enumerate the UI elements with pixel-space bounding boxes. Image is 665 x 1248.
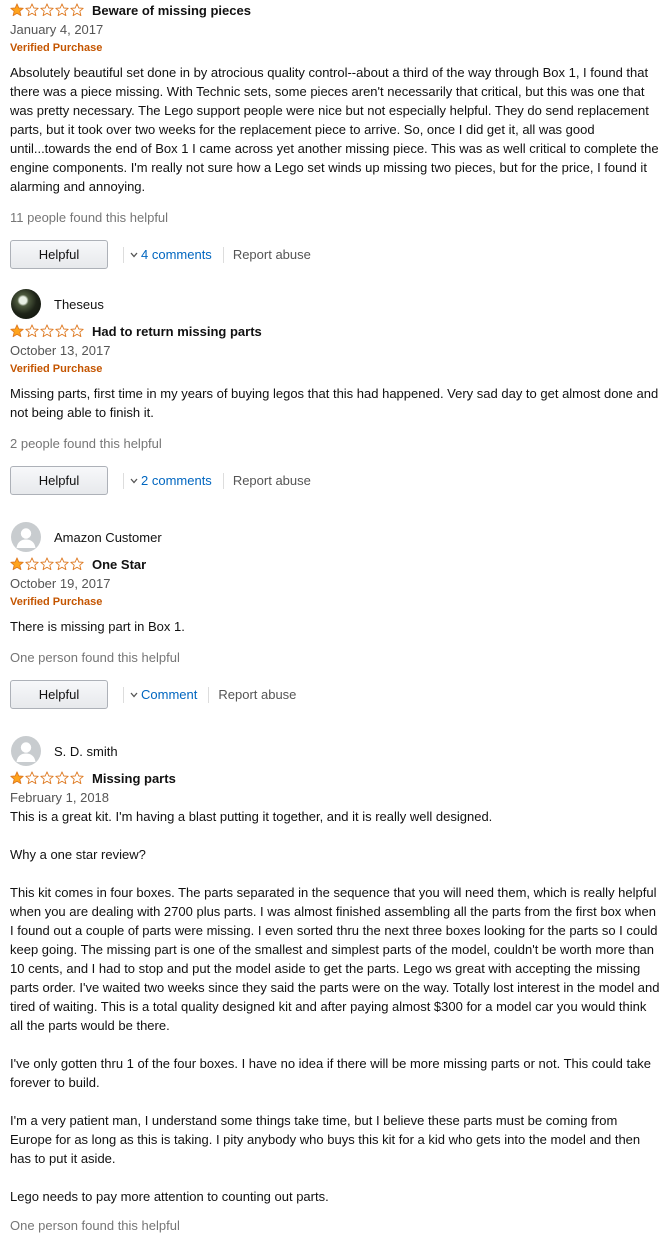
comments-label[interactable]: 4 comments bbox=[141, 247, 212, 262]
verified-purchase-badge: Verified Purchase bbox=[10, 363, 103, 375]
default-avatar-icon bbox=[16, 528, 36, 548]
review-paragraph: Absolutely beautiful set done in by atro… bbox=[10, 65, 659, 194]
star-filled-icon bbox=[10, 324, 24, 338]
review-date: October 13, 2017 bbox=[10, 343, 111, 358]
review-3: Amazon Customer One Star October 19, 201… bbox=[10, 520, 660, 710]
helpful-button[interactable]: Helpful bbox=[10, 680, 108, 709]
review-title[interactable]: Had to return missing parts bbox=[92, 324, 262, 339]
review-body: Missing parts, first time in my years of… bbox=[10, 384, 660, 422]
report-abuse-link[interactable]: Report abuse bbox=[233, 247, 311, 262]
reviewer-name[interactable]: Theseus bbox=[54, 297, 104, 312]
chevron-down-icon bbox=[130, 252, 138, 257]
reviewer-name[interactable]: S. D. smith bbox=[54, 744, 118, 759]
comments-link[interactable]: 2 comments bbox=[130, 473, 212, 488]
chevron-down-icon bbox=[130, 478, 138, 483]
chevron-down-icon bbox=[130, 692, 138, 697]
reviewer-name[interactable]: Amazon Customer bbox=[54, 530, 162, 545]
star-empty-icon bbox=[70, 771, 84, 785]
helpful-count: 11 people found this helpful bbox=[10, 210, 169, 225]
review-4: S. D. smith Missing parts February 1, 20… bbox=[10, 734, 660, 1235]
review-paragraph: This is a great kit. I'm having a blast … bbox=[10, 809, 493, 824]
review-date: January 4, 2017 bbox=[10, 22, 104, 37]
helpful-count: One person found this helpful bbox=[10, 650, 180, 665]
divider bbox=[222, 472, 224, 489]
default-avatar-icon bbox=[16, 742, 36, 762]
star-empty-icon bbox=[25, 3, 39, 17]
report-abuse-link[interactable]: Report abuse bbox=[233, 473, 311, 488]
avatar[interactable] bbox=[11, 289, 41, 319]
divider bbox=[123, 246, 124, 263]
avatar[interactable] bbox=[11, 736, 41, 766]
review-paragraph: Why a one star review? bbox=[10, 847, 146, 862]
review-paragraph: Lego needs to pay more attention to coun… bbox=[10, 1189, 329, 1204]
review-actions: Helpful 2 comments Report abuse bbox=[10, 465, 660, 496]
comments-label[interactable]: Comment bbox=[141, 687, 197, 702]
review-paragraph: I'm a very patient man, I understand som… bbox=[10, 1113, 641, 1166]
review-1: Beware of missing pieces January 4, 2017… bbox=[10, 0, 660, 270]
review-actions: Helpful Comment Report abuse bbox=[10, 679, 660, 710]
star-empty-icon bbox=[55, 771, 69, 785]
reviewer-profile[interactable]: S. D. smith bbox=[10, 734, 660, 768]
review-title[interactable]: One Star bbox=[92, 557, 146, 572]
review-body: There is missing part in Box 1. bbox=[10, 617, 660, 636]
avatar[interactable] bbox=[11, 522, 41, 552]
star-rating[interactable] bbox=[10, 771, 85, 785]
star-rating[interactable] bbox=[10, 557, 85, 571]
star-empty-icon bbox=[40, 3, 54, 17]
divider bbox=[222, 246, 224, 263]
star-empty-icon bbox=[25, 324, 39, 338]
star-filled-icon bbox=[10, 771, 24, 785]
review-date: October 19, 2017 bbox=[10, 576, 111, 591]
review-date: February 1, 2018 bbox=[10, 790, 110, 805]
review-title-row: Had to return missing parts bbox=[10, 321, 660, 341]
report-abuse-link[interactable]: Report abuse bbox=[218, 687, 296, 702]
star-rating[interactable] bbox=[10, 3, 85, 17]
verified-purchase-badge: Verified Purchase bbox=[10, 596, 103, 608]
star-empty-icon bbox=[70, 324, 84, 338]
review-title[interactable]: Missing parts bbox=[92, 771, 176, 786]
comments-link[interactable]: 4 comments bbox=[130, 247, 212, 262]
divider bbox=[123, 686, 124, 703]
helpful-count: 2 people found this helpful bbox=[10, 436, 162, 451]
star-empty-icon bbox=[40, 557, 54, 571]
star-filled-icon bbox=[10, 557, 24, 571]
review-paragraph: I've only gotten thru 1 of the four boxe… bbox=[10, 1056, 652, 1090]
star-empty-icon bbox=[55, 324, 69, 338]
review-body: Absolutely beautiful set done in by atro… bbox=[10, 63, 660, 196]
helpful-button[interactable]: Helpful bbox=[10, 466, 108, 495]
review-title-row: Missing parts bbox=[10, 768, 660, 788]
review-body: This is a great kit. I'm having a blast … bbox=[10, 807, 660, 1206]
star-empty-icon bbox=[55, 557, 69, 571]
star-empty-icon bbox=[40, 771, 54, 785]
star-empty-icon bbox=[70, 557, 84, 571]
review-title-row: Beware of missing pieces bbox=[10, 0, 660, 20]
comments-link[interactable]: Comment bbox=[130, 687, 197, 702]
star-empty-icon bbox=[25, 771, 39, 785]
divider bbox=[123, 472, 124, 489]
star-empty-icon bbox=[40, 324, 54, 338]
helpful-button[interactable]: Helpful bbox=[10, 240, 108, 269]
reviewer-profile[interactable]: Amazon Customer bbox=[10, 520, 660, 554]
star-empty-icon bbox=[25, 557, 39, 571]
reviewer-profile[interactable]: Theseus bbox=[10, 287, 660, 321]
star-empty-icon bbox=[70, 3, 84, 17]
comments-label[interactable]: 2 comments bbox=[141, 473, 212, 488]
review-title[interactable]: Beware of missing pieces bbox=[92, 3, 251, 18]
star-empty-icon bbox=[55, 3, 69, 17]
verified-purchase-badge: Verified Purchase bbox=[10, 42, 103, 54]
review-actions: Helpful 4 comments Report abuse bbox=[10, 239, 660, 270]
star-filled-icon bbox=[10, 3, 24, 17]
star-rating[interactable] bbox=[10, 324, 85, 338]
review-paragraph: There is missing part in Box 1. bbox=[10, 619, 185, 634]
review-title-row: One Star bbox=[10, 554, 660, 574]
review-2: Theseus Had to return missing parts Octo… bbox=[10, 287, 660, 496]
review-paragraph: Missing parts, first time in my years of… bbox=[10, 386, 659, 420]
helpful-count: One person found this helpful bbox=[10, 1218, 180, 1233]
divider bbox=[208, 686, 210, 703]
review-paragraph: This kit comes in four boxes. The parts … bbox=[10, 885, 660, 1033]
